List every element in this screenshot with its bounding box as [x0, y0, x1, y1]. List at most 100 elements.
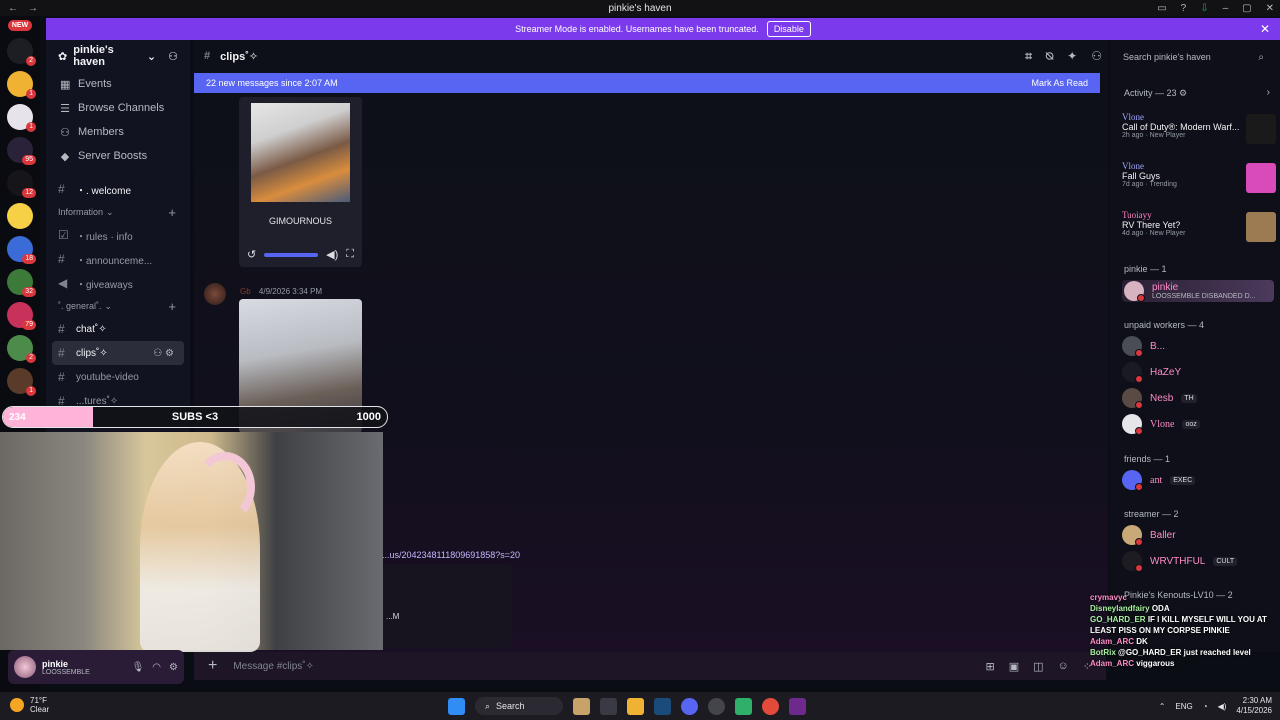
- activity-item[interactable]: Vlone Fall Guys 7d ago · Trending: [1122, 161, 1276, 193]
- gif-icon[interactable]: ▣: [1009, 660, 1019, 673]
- emoji-icon[interactable]: ☺: [1058, 660, 1069, 673]
- chevron-right-icon[interactable]: ›: [1267, 87, 1270, 98]
- member-item[interactable]: HaZeY: [1122, 362, 1181, 383]
- weather-widget[interactable]: 71°F Clear: [10, 696, 49, 714]
- nav-label: Events: [78, 78, 112, 90]
- volume-slider[interactable]: [264, 252, 319, 257]
- channel-welcome[interactable]: # ・. welcome: [46, 177, 190, 201]
- chrome-icon[interactable]: [762, 697, 779, 715]
- maximize-button[interactable]: ▢: [1242, 3, 1251, 14]
- mark-as-read-button[interactable]: Mark As Read: [1031, 78, 1088, 88]
- volume-icon[interactable]: ◀): [1218, 702, 1227, 711]
- server-icon[interactable]: 2: [7, 38, 36, 66]
- server-icon[interactable]: 1: [7, 104, 36, 132]
- task-view-icon[interactable]: [600, 697, 617, 715]
- member-item[interactable]: ant EXEC: [1122, 470, 1196, 491]
- server-icon[interactable]: 18: [7, 236, 36, 264]
- channel-youtube-video[interactable]: # youtube-video: [46, 365, 190, 389]
- server-icon[interactable]: 95: [7, 137, 36, 165]
- channel-announcements[interactable]: # ・announceme...: [46, 247, 190, 271]
- forward-arrow-icon[interactable]: →: [28, 3, 38, 14]
- member-list-icon[interactable]: ⚇: [1091, 49, 1102, 64]
- category-general[interactable]: ˚. general˚. ⌄ +: [46, 295, 190, 317]
- nav-server-boosts[interactable]: ◆ Server Boosts: [46, 144, 190, 168]
- download-icon[interactable]: ⇩: [1200, 3, 1208, 14]
- close-icon[interactable]: ✕: [1260, 22, 1270, 36]
- hash-icon: #: [58, 182, 65, 196]
- link-embed[interactable]: ...M: [382, 564, 512, 648]
- activity-item[interactable]: Vlone Call of Duty®: Modern Warf... 2h a…: [1122, 112, 1276, 144]
- channel-rules[interactable]: ☑ ・rules · info: [46, 223, 190, 247]
- close-window-button[interactable]: ✕: [1266, 3, 1274, 14]
- taskbar-search[interactable]: ⌕ Search: [475, 697, 563, 715]
- app-icon[interactable]: [789, 697, 806, 715]
- inbox-icon[interactable]: ▭: [1157, 3, 1166, 14]
- new-messages-bar[interactable]: 22 new messages since 2:07 AM Mark As Re…: [194, 73, 1100, 93]
- add-member-icon[interactable]: ⚇: [168, 50, 178, 63]
- channel-chat[interactable]: # chat˚✧: [46, 317, 190, 341]
- member-item[interactable]: Vlone ooz: [1122, 414, 1200, 435]
- obs-icon[interactable]: [708, 697, 725, 715]
- headphones-icon[interactable]: ◠: [152, 662, 161, 673]
- disable-button[interactable]: Disable: [766, 21, 811, 37]
- video-attachment[interactable]: GIMOURNOUS ↺ ◀) ⛶: [239, 97, 362, 267]
- chevron-down-icon: ⌄: [104, 300, 113, 311]
- member-item[interactable]: WRVTHFUL CULT: [1122, 551, 1238, 572]
- server-icon[interactable]: 79: [7, 302, 36, 330]
- server-icon[interactable]: [7, 203, 33, 229]
- server-icon[interactable]: 1: [7, 71, 36, 99]
- file-explorer-icon[interactable]: [627, 697, 644, 715]
- member-item[interactable]: B...: [1122, 336, 1165, 357]
- plus-icon[interactable]: +: [208, 657, 217, 675]
- nav-members[interactable]: ⚇ Members: [46, 120, 190, 144]
- steam-icon[interactable]: [654, 697, 671, 715]
- volume-icon[interactable]: ◀): [326, 248, 338, 261]
- replay-icon[interactable]: ↺: [247, 248, 256, 261]
- server-icon[interactable]: 1: [7, 368, 36, 396]
- spotify-icon[interactable]: [735, 697, 752, 715]
- gift-icon[interactable]: ⊞: [986, 660, 995, 673]
- microphone-icon[interactable]: 🎙: [132, 662, 145, 673]
- message-input[interactable]: Message #clips˚✧: [233, 661, 314, 672]
- channel-settings-icon[interactable]: ⚇ ⚙: [153, 348, 174, 359]
- server-header[interactable]: ✿ pinkie's haven ⌄ ⚇: [46, 40, 190, 72]
- category-information[interactable]: Information ⌄ +: [46, 201, 190, 223]
- search-input[interactable]: Search pinkie's haven ⌕: [1114, 48, 1270, 66]
- tray-overflow-icon[interactable]: ⌃: [1159, 702, 1166, 711]
- message-author[interactable]: Gb: [240, 287, 251, 296]
- member-item[interactable]: Nesb TH: [1122, 388, 1197, 409]
- threads-icon[interactable]: ⌗: [1025, 49, 1032, 64]
- activity-item[interactable]: Tuoiayy RV There Yet? 4d ago · New Playe…: [1122, 210, 1276, 242]
- fullscreen-icon[interactable]: ⛶: [346, 248, 354, 261]
- gear-icon[interactable]: ⚙: [1179, 88, 1187, 98]
- help-icon[interactable]: ?: [1181, 3, 1187, 14]
- minimize-button[interactable]: –: [1223, 3, 1229, 14]
- message-link[interactable]: ...us/2042348111809691858?s=20: [382, 550, 520, 560]
- member-item[interactable]: pinkie LOOSSEMBLE DISBANDED D...: [1122, 280, 1274, 302]
- settings-icon[interactable]: ⚙: [169, 662, 178, 673]
- nav-events[interactable]: ▦ Events: [46, 72, 190, 96]
- member-name: WRVTHFUL: [1150, 555, 1206, 567]
- language-indicator[interactable]: ENG: [1175, 702, 1192, 711]
- discord-icon[interactable]: [681, 697, 698, 715]
- nav-browse-channels[interactable]: ☰ Browse Channels: [46, 96, 190, 120]
- clock[interactable]: 2:30 AM 4/15/2026: [1236, 696, 1272, 716]
- channel-giveaways[interactable]: ◀ ・giveaways: [46, 271, 190, 295]
- server-icon[interactable]: 12: [7, 170, 36, 198]
- server-icon[interactable]: 32: [7, 269, 36, 297]
- pin-icon[interactable]: ✦: [1067, 49, 1077, 64]
- add-channel-icon[interactable]: +: [168, 205, 176, 220]
- member-item[interactable]: Baller: [1122, 525, 1176, 546]
- wifi-icon[interactable]: ◔: [1203, 702, 1208, 711]
- mute-icon[interactable]: ⍉: [1046, 49, 1053, 64]
- unread-badge: 2: [26, 353, 36, 363]
- avatar[interactable]: [204, 283, 226, 305]
- sticker-icon[interactable]: ◫: [1033, 660, 1043, 673]
- windows-start-icon[interactable]: [448, 697, 465, 715]
- widgets-icon[interactable]: [573, 697, 590, 715]
- back-arrow-icon[interactable]: ←: [8, 3, 18, 14]
- server-icon[interactable]: 2: [7, 335, 36, 363]
- avatar[interactable]: [14, 656, 36, 678]
- channel-clips[interactable]: # clips˚✧ ⚇ ⚙: [52, 341, 184, 365]
- add-channel-icon[interactable]: +: [168, 299, 176, 314]
